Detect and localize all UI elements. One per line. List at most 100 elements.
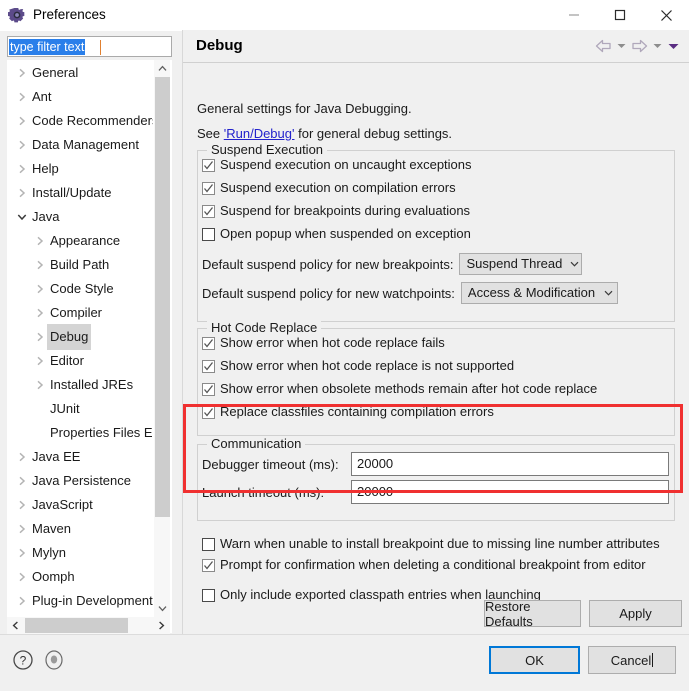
- restore-defaults-button[interactable]: Restore Defaults: [484, 599, 581, 629]
- tree-item-java-persistence[interactable]: Java Persistence: [8, 469, 156, 493]
- chevron-right-icon[interactable]: [15, 445, 29, 469]
- chevron-down-icon[interactable]: [15, 205, 29, 229]
- chevron-right-icon[interactable]: [15, 517, 29, 541]
- checkbox-label: Show error when hot code replace fails: [220, 335, 445, 350]
- launch-timeout-input[interactable]: 20000: [351, 480, 669, 504]
- chevron-right-icon[interactable]: [15, 181, 29, 205]
- tree-horizontal-scrollbar[interactable]: [7, 617, 170, 634]
- tree-item-code-recommenders[interactable]: Code Recommenders: [8, 109, 158, 133]
- checkbox-suspend-uncaught[interactable]: Suspend execution on uncaught exceptions: [202, 157, 472, 173]
- tree-item-javascript[interactable]: JavaScript: [8, 493, 156, 517]
- launch-timeout-label: Launch timeout (ms):: [202, 484, 325, 500]
- tree-item-java-ee[interactable]: Java EE: [8, 445, 156, 469]
- oval-button-icon[interactable]: [43, 649, 65, 671]
- debugger-timeout-label: Debugger timeout (ms):: [202, 456, 339, 472]
- tree-item-oomph[interactable]: Oomph: [8, 565, 156, 589]
- checkbox-suspend-evaluations[interactable]: Suspend for breakpoints during evaluatio…: [202, 203, 470, 219]
- tree-item-maven[interactable]: Maven: [8, 517, 156, 541]
- tree-item-label: Editor: [50, 353, 84, 368]
- breakpoint-suspend-policy-select[interactable]: Suspend Thread: [459, 253, 583, 275]
- apply-button[interactable]: Apply: [589, 600, 682, 627]
- preferences-tree[interactable]: General Ant Code Recommenders Data Manageme…: [7, 60, 172, 633]
- chevron-right-icon[interactable]: [15, 493, 29, 517]
- run-debug-link[interactable]: 'Run/Debug': [224, 126, 295, 141]
- chevron-right-icon[interactable]: [33, 277, 47, 301]
- chevron-right-icon[interactable]: [15, 541, 29, 565]
- checkbox-hcr-fails[interactable]: Show error when hot code replace fails: [202, 335, 445, 351]
- chevron-right-icon[interactable]: [15, 157, 29, 181]
- checkbox-icon-checked: [202, 204, 215, 218]
- preferences-dialog: Preferences type filter text General Ant C…: [0, 0, 689, 691]
- checkbox-icon-checked: [202, 382, 215, 396]
- close-button[interactable]: [643, 0, 689, 30]
- tree-item-editor[interactable]: Editor: [8, 349, 156, 373]
- checkbox-hcr-not-supported[interactable]: Show error when hot code replace is not …: [202, 358, 514, 374]
- chevron-down-icon: [653, 44, 661, 48]
- tree-item-code-style[interactable]: Code Style: [8, 277, 156, 301]
- scroll-right-icon[interactable]: [153, 617, 170, 634]
- chevron-right-icon[interactable]: [15, 85, 29, 109]
- tree-item-build-path[interactable]: Build Path: [8, 253, 156, 277]
- tree-item-debug[interactable]: Debug: [8, 324, 156, 350]
- tree-item-help[interactable]: Help: [8, 157, 156, 181]
- tree-item-plug-in-development[interactable]: Plug-in Development: [8, 589, 156, 613]
- tree-item-properties-files-ed[interactable]: Properties Files Ed: [8, 421, 160, 445]
- chevron-right-icon[interactable]: [15, 589, 29, 613]
- chevron-right-icon[interactable]: [33, 325, 47, 349]
- chevron-right-icon[interactable]: [15, 133, 29, 157]
- chevron-right-icon[interactable]: [33, 253, 47, 277]
- checkbox-icon-checked: [202, 558, 215, 572]
- tree-item-install-update[interactable]: Install/Update: [8, 181, 156, 205]
- tree-item-label: Debug: [47, 324, 92, 350]
- tree-item-junit[interactable]: JUnit: [8, 397, 156, 421]
- minimize-button[interactable]: [551, 0, 597, 30]
- checkbox-suspend-compilation[interactable]: Suspend execution on compilation errors: [202, 180, 456, 196]
- checkbox-open-popup[interactable]: Open popup when suspended on exception: [202, 226, 471, 242]
- forward-button[interactable]: [629, 36, 649, 56]
- chevron-right-icon[interactable]: [33, 373, 47, 397]
- checkbox-hcr-obsolete-methods[interactable]: Show error when obsolete methods remain …: [202, 381, 597, 397]
- back-button[interactable]: [593, 36, 613, 56]
- debugger-timeout-input[interactable]: 20000: [351, 452, 669, 476]
- question-mark-icon[interactable]: ?: [12, 649, 34, 671]
- forward-dropdown-button[interactable]: [649, 36, 665, 56]
- checkbox-label: Open popup when suspended on exception: [220, 226, 471, 241]
- tree-item-mylyn[interactable]: Mylyn: [8, 541, 156, 565]
- ok-button[interactable]: OK: [489, 646, 580, 674]
- tree-hscrollbar-thumb[interactable]: [25, 618, 128, 633]
- tree-item-installed-jres[interactable]: Installed JREs: [8, 373, 156, 397]
- tree-item-compiler[interactable]: Compiler: [8, 301, 156, 325]
- scroll-down-icon[interactable]: [154, 600, 171, 617]
- checkbox-replace-classfiles[interactable]: Replace classfiles containing compilatio…: [202, 404, 494, 420]
- breakpoint-suspend-policy-label: Default suspend policy for new breakpoin…: [202, 256, 454, 272]
- chevron-right-icon[interactable]: [33, 229, 47, 253]
- page-description-2: See 'Run/Debug' for general debug settin…: [197, 126, 452, 141]
- chevron-right-icon[interactable]: [15, 469, 29, 493]
- chevron-right-icon[interactable]: [33, 301, 47, 325]
- page-menu-button[interactable]: [665, 36, 681, 56]
- checkbox-prompt-delete-conditional[interactable]: Prompt for confirmation when deleting a …: [202, 557, 646, 573]
- chevron-right-icon[interactable]: [15, 61, 29, 85]
- back-dropdown-button[interactable]: [613, 36, 629, 56]
- chevron-right-icon[interactable]: [15, 565, 29, 589]
- scroll-left-icon[interactable]: [7, 617, 24, 634]
- watchpoint-suspend-policy-select[interactable]: Access & Modification: [460, 282, 618, 304]
- tree-scrollbar-thumb[interactable]: [155, 77, 170, 517]
- chevron-right-icon[interactable]: [15, 109, 29, 133]
- tree-item-java[interactable]: Java: [8, 205, 156, 229]
- tree-item-general[interactable]: General: [8, 61, 156, 85]
- filter-input[interactable]: type filter text: [7, 36, 172, 57]
- checkbox-warn-breakpoint-install[interactable]: Warn when unable to install breakpoint d…: [202, 536, 660, 552]
- maximize-button[interactable]: [597, 0, 643, 30]
- preferences-gear-icon: [8, 6, 26, 24]
- preference-page-panel: Debug General settings for Java Debuggin…: [182, 30, 689, 634]
- tree-vertical-scrollbar[interactable]: [153, 60, 170, 617]
- chevron-right-icon[interactable]: [33, 349, 47, 373]
- tree-item-appearance[interactable]: Appearance: [8, 229, 156, 253]
- tree-item-data-management[interactable]: Data Management: [8, 133, 156, 157]
- scroll-up-icon[interactable]: [154, 60, 171, 77]
- cancel-button[interactable]: Cancel: [588, 646, 676, 674]
- tree-item-ant[interactable]: Ant: [8, 85, 156, 109]
- tree-item-label: Properties Files Ed: [50, 425, 160, 440]
